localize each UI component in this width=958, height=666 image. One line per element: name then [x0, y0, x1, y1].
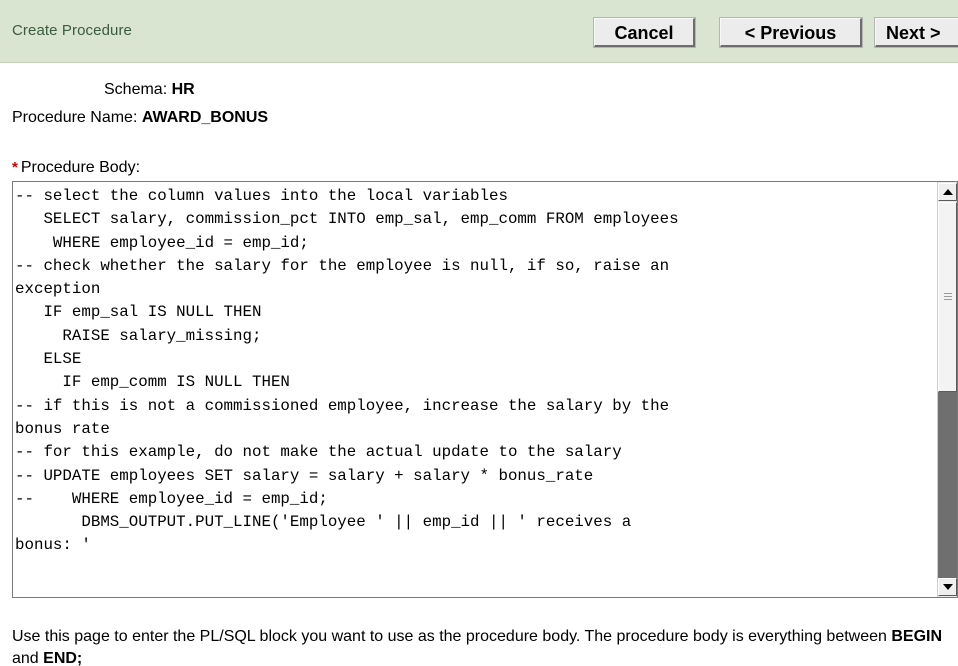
create-procedure-page: Create Procedure Cancel < Previous Next …: [0, 0, 958, 666]
help-text-part1: Use this page to enter the PL/SQL block …: [12, 628, 892, 645]
grip-line: [944, 293, 952, 294]
previous-button[interactable]: < Previous: [719, 17, 863, 48]
cancel-button[interactable]: Cancel: [593, 17, 696, 48]
help-text: Use this page to enter the PL/SQL block …: [12, 626, 958, 666]
next-button[interactable]: Next >: [874, 17, 958, 48]
procedure-name-label: Procedure Name:: [12, 109, 138, 126]
grip-line: [944, 299, 952, 300]
schema-value: HR: [171, 81, 195, 98]
procedure-body-label-row: * Procedure Body:: [12, 158, 140, 178]
vertical-scrollbar[interactable]: [937, 182, 957, 597]
help-begin-keyword: BEGIN: [891, 628, 943, 645]
procedure-body-label: Procedure Body:: [20, 159, 141, 176]
required-asterisk-icon: *: [12, 159, 18, 176]
procedure-name-row: Procedure Name: AWARD_BONUS: [12, 108, 268, 128]
page-title: Create Procedure: [12, 22, 132, 39]
help-end-keyword: END;: [43, 650, 83, 666]
scroll-down-button[interactable]: [938, 578, 957, 596]
scrollbar-track[interactable]: [938, 392, 957, 578]
procedure-name-value: AWARD_BONUS: [141, 109, 269, 126]
schema-label: Schema:: [104, 81, 168, 98]
grip-line: [944, 296, 952, 297]
procedure-body-textarea[interactable]: -- select the column values into the loc…: [12, 181, 958, 598]
arrow-up-icon: [943, 189, 953, 195]
procedure-body-text[interactable]: -- select the column values into the loc…: [15, 185, 935, 558]
schema-row: Schema: HR: [104, 80, 195, 100]
scrollbar-thumb[interactable]: [938, 202, 957, 392]
arrow-down-icon: [943, 584, 953, 590]
header-bar: Create Procedure Cancel < Previous Next …: [0, 0, 958, 63]
help-and: and: [12, 650, 44, 666]
scroll-up-button[interactable]: [938, 183, 957, 201]
